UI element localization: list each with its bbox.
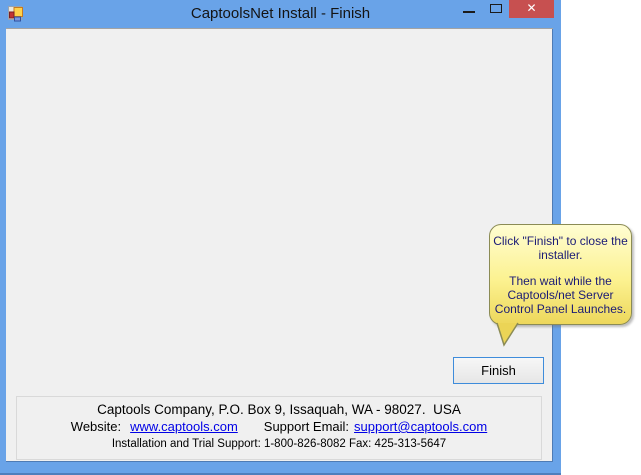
client-area: Finish Captools Company, P.O. Box 9, Iss… <box>6 28 553 462</box>
footer-panel: Captools Company, P.O. Box 9, Issaquah, … <box>16 396 542 460</box>
caption-buttons: ✕ <box>455 0 554 18</box>
finish-button[interactable]: Finish <box>453 357 544 384</box>
contact-line: Website: www.captools.com Support Email: su… <box>17 419 541 434</box>
maximize-button[interactable] <box>483 0 509 18</box>
balloon-text-line: Then wait while the <box>509 274 612 288</box>
website-label: Website: <box>70 419 122 434</box>
maximize-icon <box>490 4 502 13</box>
balloon-text-line: installer. <box>538 248 583 262</box>
support-phone-line: Installation and Trial Support: 1-800-82… <box>111 438 447 450</box>
balloon-tail-icon <box>496 322 519 347</box>
support-email-label: Support Email: <box>263 419 350 434</box>
title-bar[interactable]: CaptoolsNet Install - Finish ✕ <box>0 0 561 28</box>
installer-window: CaptoolsNet Install - Finish ✕ Finish Ca… <box>0 0 561 475</box>
website-link[interactable]: www.captools.com <box>130 419 238 434</box>
desktop-background: CaptoolsNet Install - Finish ✕ Finish Ca… <box>0 0 641 475</box>
minimize-icon <box>463 11 475 13</box>
close-icon: ✕ <box>526 1 537 15</box>
balloon-text-line: Captools/net Server <box>507 288 614 302</box>
balloon-text-line: Click "Finish" to close the <box>493 234 628 248</box>
company-address: Captools Company, P.O. Box 9, Issaquah, … <box>97 402 461 417</box>
close-button[interactable]: ✕ <box>509 0 554 18</box>
support-email-link[interactable]: support@captools.com <box>354 419 487 434</box>
minimize-button[interactable] <box>455 0 483 18</box>
balloon-text-line: Control Panel Launches. <box>494 302 627 316</box>
tooltip-balloon: Click "Finish" to close the installer. T… <box>489 224 632 347</box>
